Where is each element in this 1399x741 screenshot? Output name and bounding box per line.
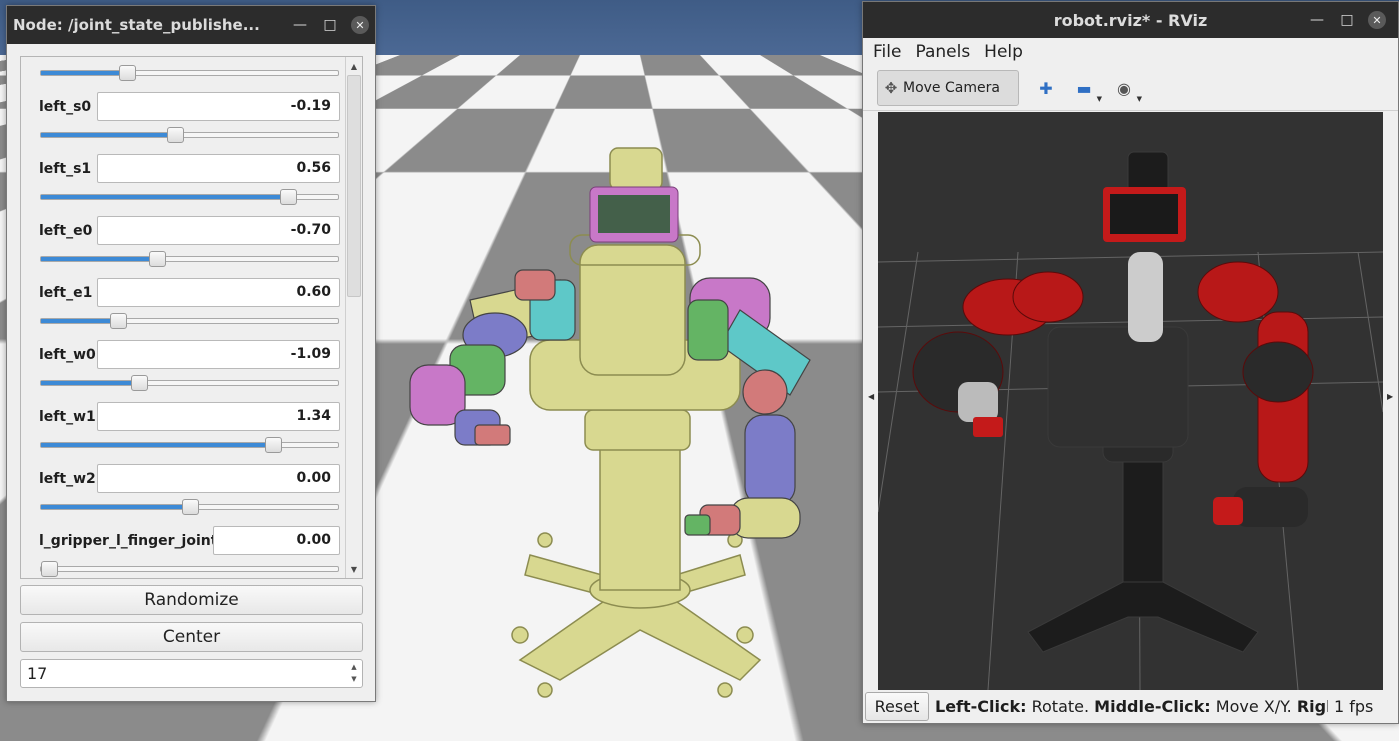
hint-left-click-text: Rotate. — [1027, 697, 1095, 716]
slider-handle[interactable] — [41, 561, 58, 577]
plus-icon[interactable]: ✚ — [1034, 77, 1058, 99]
jsp-titlebar[interactable]: Node: /joint_state_publishe... — □ ✕ — [7, 6, 375, 44]
right-panel-collapse-icon[interactable]: ▶ — [1387, 392, 1393, 401]
joint-label-left-e1: left_e1 — [39, 285, 92, 301]
joint-list-scrollbar[interactable]: ▲ ▼ — [345, 57, 362, 578]
close-icon[interactable]: ✕ — [345, 10, 375, 40]
hint-left-click-key: Left-Click: — [935, 697, 1027, 716]
rviz-toolbar: ✥ Move Camera ✚ ▬ ▼ ◉ ▼ — [863, 69, 1398, 111]
fps-readout: 1 fps — [1334, 697, 1373, 716]
slider-handle[interactable] — [265, 437, 282, 453]
joint-list-scroll-area[interactable]: left_s0 -0.19 left_s1 0.56 left_e0 -0.70… — [20, 56, 363, 579]
rviz-3d-viewport[interactable] — [878, 112, 1383, 690]
rviz-robot-render — [878, 112, 1383, 690]
mouse-hint-text: Left-Click: Rotate. Middle-Click: Move X… — [935, 697, 1328, 716]
joint-label-left-w1: left_w1 — [39, 409, 96, 425]
randomize-button[interactable]: Randomize — [20, 585, 363, 615]
menu-file[interactable]: File — [873, 42, 901, 62]
hint-middle-click-key: Middle-Click: — [1094, 697, 1211, 716]
joint-slider[interactable] — [40, 380, 339, 386]
jsp-window-title: Node: /joint_state_publishe... — [13, 16, 285, 34]
slider-handle[interactable] — [280, 189, 297, 205]
joint-value-left-w0[interactable]: -1.09 — [97, 340, 340, 369]
joint-value-left-s1[interactable]: 0.56 — [97, 154, 340, 183]
joint-slider[interactable] — [40, 318, 339, 324]
slider-handle[interactable] — [131, 375, 148, 391]
spinbox-value: 17 — [27, 664, 47, 683]
move-camera-icon: ✥ — [882, 79, 900, 97]
joint-slider[interactable] — [40, 442, 339, 448]
reset-button[interactable]: Reset — [865, 692, 929, 721]
center-button[interactable]: Center — [20, 622, 363, 652]
rviz-menubar: File Panels Help — [863, 38, 1398, 66]
menu-help[interactable]: Help — [984, 42, 1023, 62]
joint-value-left-e1[interactable]: 0.60 — [97, 278, 340, 307]
rviz-window-title: robot.rviz* - RViz — [1054, 11, 1208, 30]
eye-icon[interactable]: ◉ ▼ — [1112, 77, 1136, 99]
scroll-up-icon[interactable]: ▲ — [346, 58, 362, 74]
rviz-statusbar: Reset Left-Click: Rotate. Middle-Click: … — [863, 690, 1398, 723]
joint-slider[interactable] — [40, 256, 339, 262]
hint-middle-click-text: Move X/Y. — [1211, 697, 1297, 716]
move-camera-label: Move Camera — [903, 80, 1000, 96]
slider-handle[interactable] — [149, 251, 166, 267]
robot-number-spinbox[interactable]: 17 ▲ ▼ — [20, 659, 363, 688]
rviz-titlebar[interactable]: robot.rviz* - RViz — □ ✕ — [863, 2, 1398, 38]
menu-panels[interactable]: Panels — [915, 42, 970, 62]
maximize-icon[interactable]: □ — [1332, 5, 1362, 35]
joint-label-left-s1: left_s1 — [39, 161, 91, 177]
joint-slider[interactable] — [40, 504, 339, 510]
joint-value-left-s0[interactable]: -0.19 — [97, 92, 340, 121]
joint-slider[interactable] — [40, 566, 339, 572]
joint-label-left-w0: left_w0 — [39, 347, 96, 363]
joint-slider[interactable] — [40, 132, 339, 138]
slider-handle[interactable] — [119, 65, 136, 81]
hint-right-click-key: Righ — [1297, 697, 1328, 716]
joint-label-l-gripper-l-finger-joint: l_gripper_l_finger_joint — [39, 533, 217, 549]
joint-value-left-w1[interactable]: 1.34 — [97, 402, 340, 431]
minimize-icon[interactable]: — — [1302, 5, 1332, 35]
joint-value-l-gripper-l-finger-joint[interactable]: 0.00 — [213, 526, 340, 555]
maximize-icon[interactable]: □ — [315, 10, 345, 40]
left-panel-collapse-icon[interactable]: ◀ — [868, 392, 874, 401]
joint-label-left-s0: left_s0 — [39, 99, 91, 115]
slider-handle[interactable] — [182, 499, 199, 515]
slider-handle[interactable] — [167, 127, 184, 143]
spin-down-icon[interactable]: ▼ — [346, 673, 362, 686]
close-icon[interactable]: ✕ — [1362, 5, 1392, 35]
minimize-icon[interactable]: — — [285, 10, 315, 40]
joint-label-left-e0: left_e0 — [39, 223, 92, 239]
move-camera-button[interactable]: ✥ Move Camera — [877, 70, 1019, 106]
minus-icon[interactable]: ▬ ▼ — [1072, 77, 1096, 99]
joint-value-left-e0[interactable]: -0.70 — [97, 216, 340, 245]
rviz-window: robot.rviz* - RViz — □ ✕ File Panels Hel… — [862, 1, 1399, 724]
scroll-down-icon[interactable]: ▼ — [346, 561, 362, 577]
joint-rows: left_s0 -0.19 left_s1 0.56 left_e0 -0.70… — [21, 57, 347, 578]
joint-label-left-w2: left_w2 — [39, 471, 96, 487]
joint-value-left-w2[interactable]: 0.00 — [97, 464, 340, 493]
joint-slider[interactable] — [40, 70, 339, 76]
joint-slider[interactable] — [40, 194, 339, 200]
scrollbar-thumb[interactable] — [347, 75, 361, 297]
slider-handle[interactable] — [110, 313, 127, 329]
joint-state-publisher-window: Node: /joint_state_publishe... — □ ✕ lef… — [6, 5, 376, 702]
